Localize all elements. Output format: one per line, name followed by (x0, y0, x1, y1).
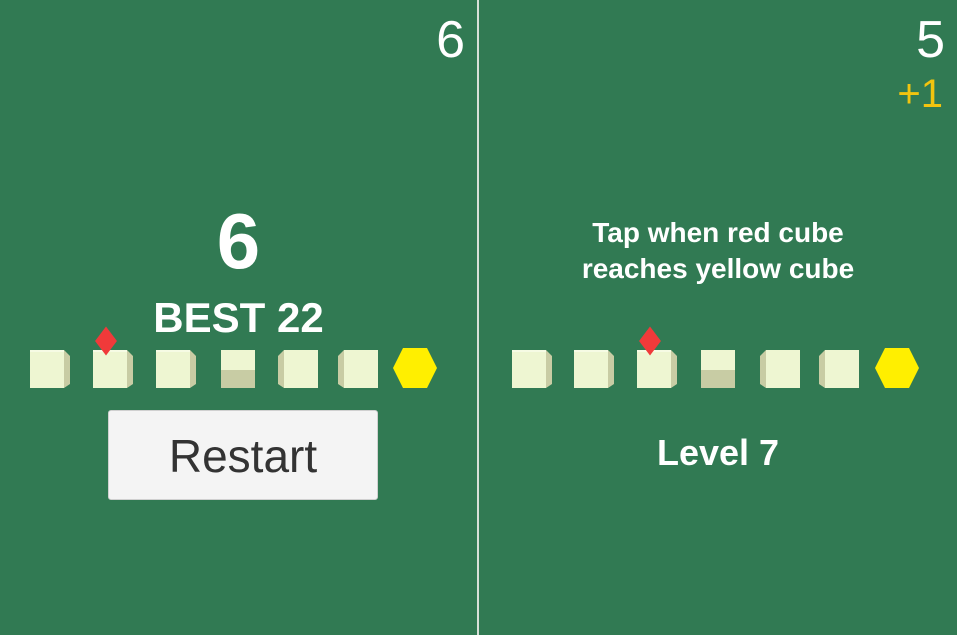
best-score: BEST 22 (153, 294, 324, 341)
plain-cube (276, 346, 320, 390)
gameplay-screen[interactable]: 5 +1 Tap when red cube reaches yellow cu… (479, 0, 957, 635)
plain-cube (216, 346, 260, 390)
corner-score: 5 (916, 11, 945, 69)
plain-cube (572, 346, 616, 390)
plain-cube (91, 346, 135, 390)
plain-cube (28, 346, 72, 390)
restart-button[interactable]: Restart (108, 410, 378, 500)
corner-score: 6 (436, 11, 465, 69)
instruction-text: Tap when red cube reaches yellow cube (479, 215, 957, 287)
plain-cube (817, 346, 861, 390)
plain-cube (510, 346, 554, 390)
instruction-line: Tap when red cube (592, 217, 844, 248)
final-score: 6 (216, 197, 261, 285)
instruction-line: reaches yellow cube (581, 253, 855, 284)
bonus-points: +1 (897, 72, 943, 116)
plain-cube (758, 346, 802, 390)
game-over-screen[interactable]: 6 6 BEST 22 Restart (0, 0, 477, 635)
level-label: Level 7 (656, 432, 780, 473)
plain-cube (336, 346, 380, 390)
plain-cube (635, 346, 679, 390)
plain-cube (154, 346, 198, 390)
plain-cube (696, 346, 740, 390)
game-stage: 6 6 BEST 22 Restart 5 +1 Tap when red cu… (0, 0, 957, 635)
target-cube (393, 346, 437, 390)
target-cube (875, 346, 919, 390)
